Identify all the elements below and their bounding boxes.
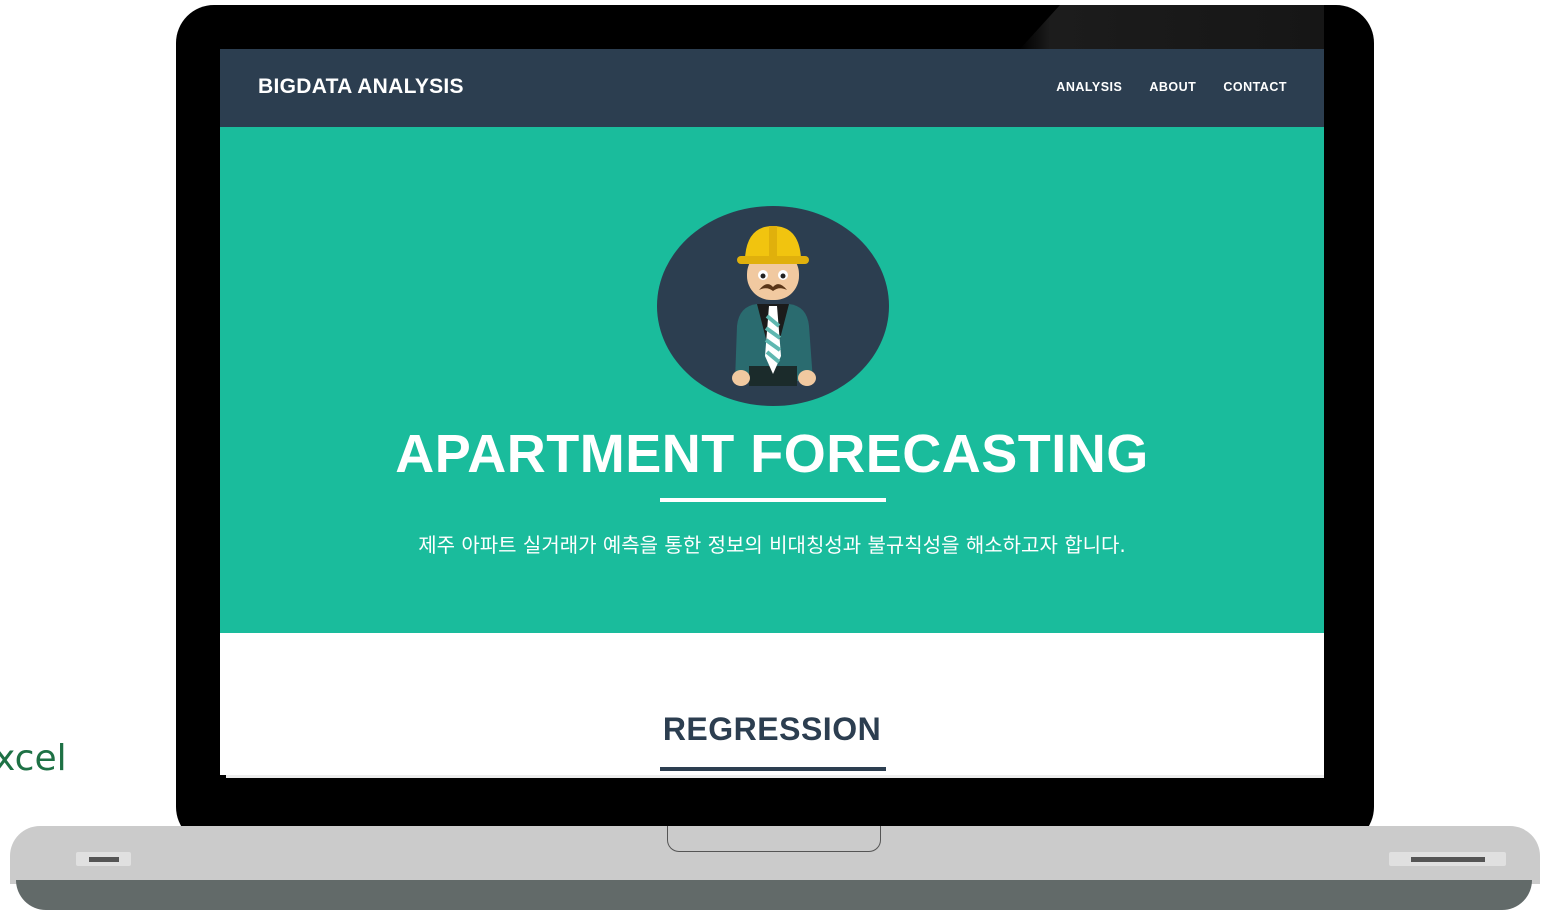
hero-divider: [660, 498, 886, 502]
section-divider: [660, 767, 886, 771]
screen-bottom-edge: [226, 775, 1324, 778]
laptop-port-right: [1389, 852, 1506, 866]
brand-logo[interactable]: BIGDATA ANALYSIS: [258, 75, 464, 99]
navbar: BIGDATA ANALYSIS ANALYSIS ABOUT CONTACT: [220, 49, 1324, 127]
nav-link-about[interactable]: ABOUT: [1149, 80, 1196, 94]
section-title-regression: REGRESSION: [662, 711, 882, 747]
laptop-base-bottom: [16, 880, 1532, 910]
hero-subtitle: 제주 아파트 실거래가 예측을 통한 정보의 비대칭성과 불규칙성을 해소하고자…: [418, 533, 1126, 557]
laptop-screen: BIGDATA ANALYSIS ANALYSIS ABOUT CONTACT: [220, 49, 1324, 775]
hero-section: APARTMENT FORECASTING 제주 아파트 실거래가 예측을 통한…: [220, 127, 1324, 633]
background-excel-text: xcel: [0, 738, 67, 779]
construction-worker-avatar-icon: [657, 206, 889, 406]
laptop-port-left: [76, 852, 131, 866]
laptop-trackpad-notch: [667, 826, 881, 852]
hero-title: APARTMENT FORECASTING: [395, 424, 1149, 484]
nav-link-contact[interactable]: CONTACT: [1223, 80, 1287, 94]
laptop-lid-reflection: [1020, 5, 1324, 49]
nav-links: ANALYSIS ABOUT CONTACT: [1056, 80, 1287, 94]
nav-link-analysis[interactable]: ANALYSIS: [1056, 80, 1122, 94]
